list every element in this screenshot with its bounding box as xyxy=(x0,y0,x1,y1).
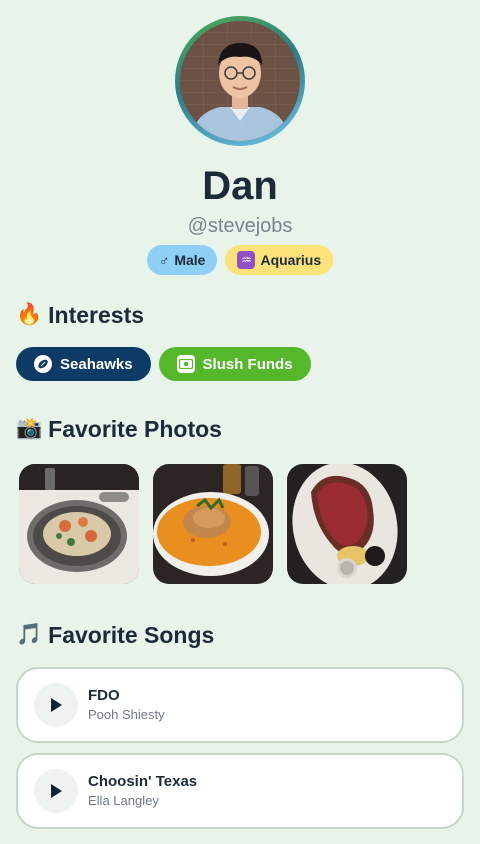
pasta-dish-photo[interactable] xyxy=(19,464,139,584)
money-icon xyxy=(176,355,195,373)
songs-title: Favorite Songs xyxy=(48,622,215,648)
song-artist: Pooh Shiesty xyxy=(88,707,165,722)
interest-chip-slush-funds[interactable]: Slush Funds xyxy=(158,347,311,381)
avatar[interactable] xyxy=(175,16,305,146)
profile-handle: @stevejobs xyxy=(187,215,293,237)
song-card[interactable]: Choosin' Texas Ella Langley xyxy=(16,753,464,829)
fire-icon: 🔥 xyxy=(16,303,43,326)
song-title: Choosin' Texas xyxy=(88,773,198,790)
play-icon xyxy=(51,784,62,798)
camera-flash-icon: 📸 xyxy=(16,417,43,440)
photos-title: Favorite Photos xyxy=(48,416,222,442)
interests-heading: 🔥 Interests xyxy=(16,300,144,330)
fish-dish-photo[interactable] xyxy=(153,464,273,584)
music-note-icon: 🎵 xyxy=(16,623,43,646)
song-artist: Ella Langley xyxy=(88,793,159,808)
zodiac-badge: ♒ Aquarius xyxy=(225,245,334,275)
profile-name: Dan xyxy=(202,164,278,208)
interest-chip-label: Slush Funds xyxy=(202,355,293,373)
song-info: Choosin' Texas Ella Langley xyxy=(88,772,197,810)
song-card[interactable]: FDO Pooh Shiesty xyxy=(16,667,464,743)
interest-chip-seahawks[interactable]: Seahawks xyxy=(16,347,151,381)
male-sign-icon: ♂ xyxy=(158,252,170,268)
photo-gallery xyxy=(19,464,407,584)
football-icon xyxy=(34,355,52,373)
profile-badges: ♂ Male ♒ Aquarius xyxy=(0,245,480,275)
gender-badge-label: Male xyxy=(174,252,206,268)
play-icon xyxy=(51,698,62,712)
aquarius-icon: ♒ xyxy=(237,251,256,269)
songs-heading: 🎵 Favorite Songs xyxy=(16,620,214,650)
profile-photo xyxy=(180,21,300,141)
photos-heading: 📸 Favorite Photos xyxy=(16,414,222,444)
interests-title: Interests xyxy=(48,302,145,328)
interest-chip-label: Seahawks xyxy=(60,355,133,373)
interests-list: Seahawks Slush Funds xyxy=(16,347,311,381)
zodiac-badge-label: Aquarius xyxy=(260,252,322,268)
song-info: FDO Pooh Shiesty xyxy=(88,686,165,724)
song-list: FDO Pooh Shiesty Choosin' Texas Ella Lan… xyxy=(16,667,464,829)
gender-badge: ♂ Male xyxy=(146,245,218,275)
play-button[interactable] xyxy=(34,683,78,727)
song-title: FDO xyxy=(88,687,120,704)
play-button[interactable] xyxy=(34,769,78,813)
prime-rib-photo[interactable] xyxy=(287,464,407,584)
